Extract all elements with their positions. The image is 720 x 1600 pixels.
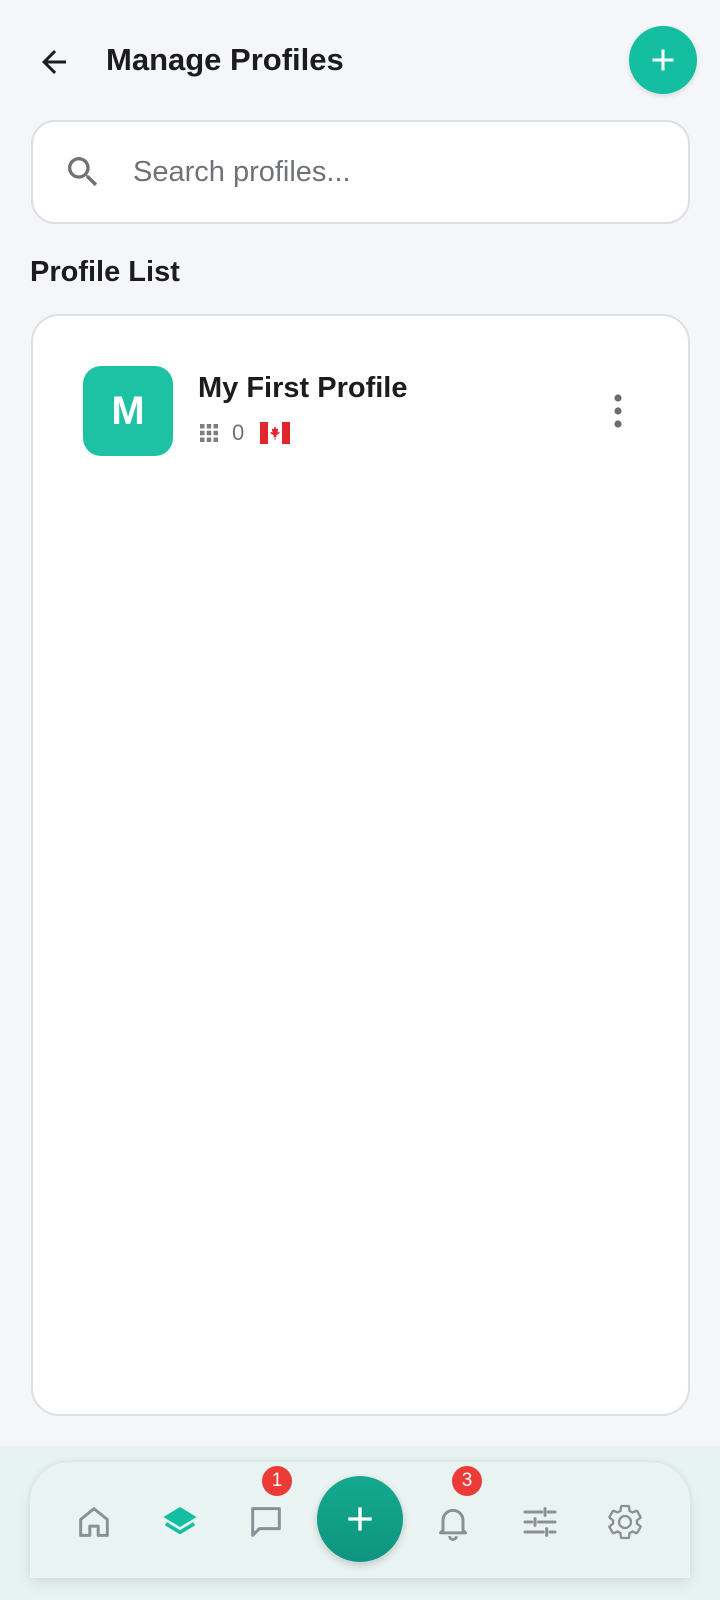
sliders-icon [523, 1507, 557, 1537]
section-title: Profile List [30, 256, 180, 288]
nav-filters[interactable] [512, 1496, 568, 1548]
gear-icon [608, 1504, 642, 1540]
search-input[interactable] [133, 142, 653, 202]
bell-icon [439, 1508, 467, 1541]
profile-name: My First Profile [198, 372, 408, 404]
nav-home[interactable] [66, 1496, 122, 1548]
canada-flag-icon [260, 422, 291, 444]
profile-more-button[interactable] [600, 385, 636, 437]
nav-notifications[interactable] [425, 1496, 481, 1548]
notifications-badge: 3 [452, 1466, 482, 1496]
plus-icon [652, 49, 674, 71]
page-title: Manage Profiles [106, 42, 344, 77]
chat-icon [251, 1507, 281, 1537]
plus-icon [348, 1507, 372, 1531]
nav-profiles[interactable] [152, 1496, 208, 1548]
grid-icon [198, 422, 220, 444]
more-vertical-icon [614, 394, 622, 428]
profile-list-item[interactable]: M My First Profile 0 [83, 366, 643, 458]
add-profile-button[interactable] [629, 26, 697, 94]
back-button[interactable] [30, 38, 78, 86]
arrow-left-icon [42, 50, 66, 74]
search-box [31, 120, 690, 224]
search-icon [59, 148, 107, 196]
profile-list-card: M My First Profile 0 [31, 314, 690, 1416]
app-header: Manage Profiles [0, 0, 720, 120]
nav-add-button[interactable] [317, 1476, 403, 1562]
profile-count: 0 [232, 420, 245, 445]
home-icon [79, 1507, 109, 1537]
messages-badge: 1 [262, 1466, 292, 1496]
profile-avatar: M [83, 366, 173, 456]
profile-meta: 0 [198, 418, 291, 448]
nav-settings[interactable] [597, 1496, 653, 1548]
nav-messages[interactable] [238, 1496, 294, 1548]
layers-icon [163, 1507, 197, 1535]
